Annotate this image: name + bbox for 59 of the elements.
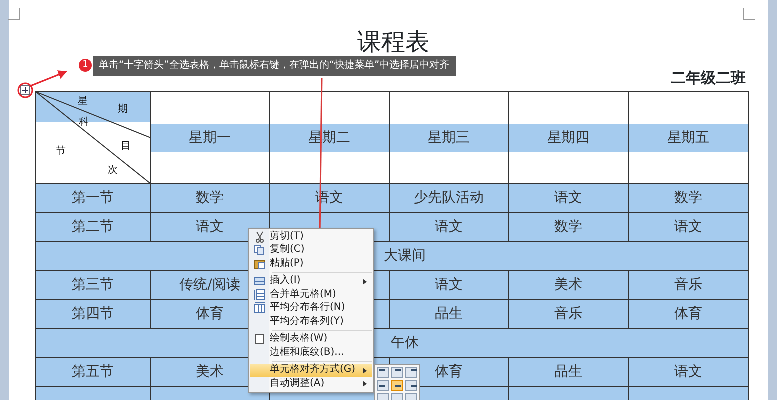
- corner-label: 节: [56, 146, 66, 157]
- paste-icon: [254, 258, 266, 270]
- merge-cells-icon: [254, 275, 266, 288]
- menu-item[interactable]: 绘制表格(W): [250, 332, 372, 346]
- margin-mark: [8, 8, 20, 20]
- table-cell: 语文: [628, 212, 748, 242]
- menu-item[interactable]: 粘贴(P): [250, 257, 372, 270]
- table-cell: 数学: [150, 184, 270, 212]
- distribute-rows-icon: [254, 288, 266, 301]
- scissors-icon: [254, 230, 266, 243]
- table-cell: 第二节: [36, 212, 150, 242]
- document-title: 课程表: [356, 28, 430, 56]
- pointer-arrow: [30, 70, 68, 87]
- menu-item[interactable]: 边框和底纹(B)...: [250, 346, 372, 360]
- corner-label: 星: [78, 96, 88, 107]
- day-header: 星期一: [151, 124, 269, 152]
- corner-label: 期: [118, 104, 128, 115]
- corner-label: 科: [79, 117, 89, 128]
- day-header: 星期三: [390, 124, 508, 152]
- table-cell: 体育: [628, 300, 748, 328]
- table-cell: 音乐: [508, 300, 628, 328]
- alignment-option-icon[interactable]: [377, 367, 389, 378]
- corner-label: 次: [108, 165, 118, 176]
- instruction-tooltip: 单击“十字箭头”全选表格，单击鼠标右键，在弹出的“快捷菜单”中选择居中对齐: [93, 56, 456, 76]
- table-cell: 音乐: [628, 270, 748, 300]
- alignment-option-icon[interactable]: [391, 380, 403, 391]
- submenu-arrow-icon: [363, 278, 367, 284]
- distribute-columns-icon: [254, 302, 266, 314]
- table-cell: 品生: [508, 358, 628, 386]
- alignment-option-icon[interactable]: [391, 367, 403, 378]
- copy-icon: [254, 244, 266, 256]
- table-cell: 语文: [628, 358, 748, 386]
- margin-mark: [743, 8, 755, 20]
- table-cell: 第五节: [36, 358, 150, 386]
- submenu-arrow-icon: [363, 381, 367, 387]
- table-cell: 语文: [390, 270, 508, 300]
- alignment-option-icon[interactable]: [405, 380, 417, 391]
- table-cell: 语文: [390, 212, 508, 242]
- table-cell: 美术: [508, 270, 628, 300]
- table-cell: 语文: [508, 184, 628, 212]
- table-cell: 第三节: [36, 270, 150, 300]
- menu-item[interactable]: 复制(C): [250, 244, 372, 257]
- class-name: 二年级二班: [671, 68, 746, 88]
- corner-label: 目: [121, 141, 131, 152]
- border-icon: [254, 333, 266, 346]
- highlight-circle: [18, 82, 34, 98]
- table-cell: 品生: [390, 300, 508, 328]
- alignment-option-icon[interactable]: [377, 380, 389, 391]
- menu-item[interactable]: 单元格对齐方式(G): [250, 364, 372, 377]
- table-move-handle-icon[interactable]: [20, 86, 30, 96]
- day-header: 星期四: [509, 124, 628, 152]
- alignment-option-icon[interactable]: [405, 367, 417, 378]
- day-header: 星期五: [629, 124, 748, 152]
- table-cell: 第四节: [36, 300, 150, 328]
- table-cell: 数学: [508, 212, 628, 242]
- table-cell: 数学: [628, 184, 748, 212]
- table-cell: 第一节: [36, 184, 150, 212]
- table-cell: 少先队活动: [390, 184, 508, 212]
- submenu-arrow-icon: [363, 368, 367, 374]
